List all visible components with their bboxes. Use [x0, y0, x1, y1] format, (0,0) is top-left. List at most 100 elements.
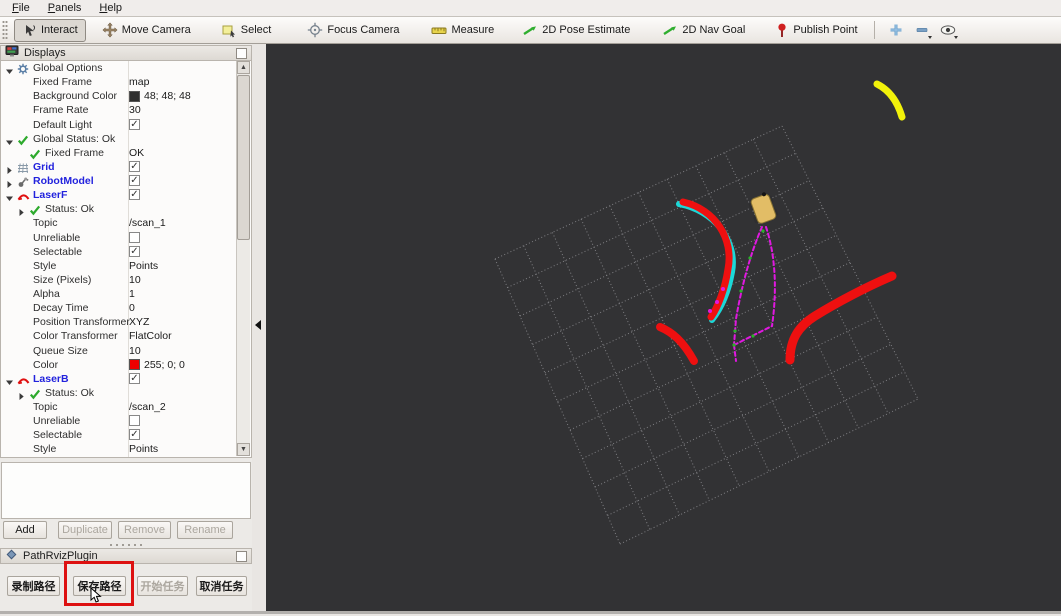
tree-row-unreliable[interactable]: Unreliable — [1, 231, 237, 245]
tree-row-decay-time[interactable]: Decay Time 0 — [1, 301, 237, 315]
property-value[interactable]: FlatColor — [129, 330, 172, 342]
checkbox-unchecked[interactable] — [129, 415, 140, 427]
collapse-panel-arrow-icon[interactable] — [255, 320, 261, 330]
tree-row-topic[interactable]: Topic/scan_1 — [1, 216, 237, 230]
tree-row-status-ok[interactable]: Status: Ok — [1, 202, 237, 217]
property-value[interactable]: ✓ — [129, 429, 140, 441]
property-value[interactable]: ✓ — [129, 245, 140, 257]
button-rename[interactable]: Rename — [177, 521, 233, 539]
tool-label: Select — [240, 24, 272, 36]
plugin-button-item[interactable]: 开始任务 — [137, 576, 188, 596]
tree-row-color[interactable]: Color 255; 0; 0 — [1, 358, 237, 372]
tree-row-selectable[interactable]: Selectable ✓ — [1, 428, 237, 442]
property-value[interactable] — [129, 415, 140, 427]
checkbox-unchecked[interactable] — [129, 231, 140, 243]
checkbox-checked[interactable]: ✓ — [129, 160, 140, 172]
tree-row-position-transformer[interactable]: Position Transformer XYZ — [1, 315, 237, 329]
tool-move-camera[interactable]: Move Camera — [94, 18, 199, 42]
3d-viewport[interactable] — [266, 44, 1061, 611]
toolbar-drag-handle[interactable] — [2, 20, 8, 40]
panel-splitter[interactable] — [252, 44, 266, 614]
property-value[interactable]: map — [129, 76, 149, 88]
property-label: Alpha — [33, 288, 60, 300]
property-value[interactable]: ✓ — [129, 189, 140, 201]
property-value[interactable]: 48; 48; 48 — [129, 90, 191, 102]
tree-row-style[interactable]: Style Points — [1, 442, 237, 456]
tree-row-color-transformer[interactable]: Color Transformer FlatColor — [1, 329, 237, 343]
tool-2d-nav-goal[interactable]: 2D Nav Goal — [654, 19, 753, 41]
property-value[interactable]: ✓ — [129, 175, 140, 186]
button-remove[interactable]: Remove — [118, 521, 171, 539]
button-duplicate[interactable]: Duplicate — [58, 521, 112, 539]
property-value[interactable]: 1 — [129, 288, 135, 300]
property-value[interactable]: XYZ — [129, 316, 149, 328]
panel-splitter-handle[interactable] — [108, 543, 144, 547]
property-value[interactable]: /scan_1 — [129, 217, 166, 229]
move-camera-icon — [102, 22, 118, 38]
property-label: Background Color — [33, 90, 118, 103]
property-value[interactable]: 255; 0; 0 — [129, 359, 185, 371]
tool-remove-tool-minus[interactable] — [911, 20, 933, 40]
button-add[interactable]: Add — [3, 521, 47, 539]
tree-row-status-ok[interactable]: Status: Ok — [1, 386, 237, 400]
checkbox-checked[interactable]: ✓ — [129, 175, 140, 186]
tree-row-laserf[interactable]: LaserF ✓ — [1, 188, 237, 202]
tree-row-default-light[interactable]: Default Light ✓ — [1, 118, 237, 132]
tool-interact[interactable]: Interact — [14, 18, 86, 42]
displays-monitor-icon — [5, 45, 19, 61]
property-value[interactable]: Points — [129, 260, 158, 272]
property-value[interactable]: ✓ — [129, 372, 140, 384]
tool-add-tool-plus[interactable] — [885, 20, 907, 40]
scrollbar-thumb[interactable] — [237, 75, 250, 240]
tool-focus-camera[interactable]: Focus Camera — [299, 18, 407, 42]
tree-row-frame-rate[interactable]: Frame Rate 30 — [1, 103, 237, 117]
tool-measure[interactable]: Measure — [423, 19, 502, 41]
tree-scrollbar[interactable]: ▲ ▼ — [236, 61, 250, 456]
property-value[interactable]: Points — [129, 443, 158, 455]
menu-bar: File Panels Help — [0, 0, 1061, 17]
plugin-button-item[interactable]: 录制路径 — [7, 576, 60, 596]
tree-row-background-color[interactable]: Background Color 48; 48; 48 — [1, 89, 237, 103]
tree-row-grid[interactable]: Grid ✓ — [1, 160, 237, 174]
tree-row-style[interactable]: Style Points — [1, 259, 237, 273]
tool-select[interactable]: Select — [213, 18, 280, 42]
property-value[interactable]: ✓ — [129, 160, 140, 172]
menu-item-file[interactable]: File — [4, 1, 38, 15]
displays-float-button[interactable] — [236, 47, 247, 59]
tree-row-selectable[interactable]: Selectable ✓ — [1, 245, 237, 259]
property-value[interactable]: 0 — [129, 302, 135, 314]
plugin-button-item[interactable]: 取消任务 — [196, 576, 247, 596]
scrollbar-down-icon[interactable]: ▼ — [237, 443, 250, 456]
checkbox-checked[interactable]: ✓ — [129, 118, 140, 130]
tool-publish-point[interactable]: Publish Point — [767, 18, 865, 42]
tree-row-size-pixels[interactable]: Size (Pixels) 10 — [1, 273, 237, 287]
tool-view-eye[interactable] — [937, 20, 959, 40]
tree-row-unreliable[interactable]: Unreliable — [1, 414, 237, 428]
scrollbar-up-icon[interactable]: ▲ — [237, 61, 250, 74]
tree-row-alpha[interactable]: Alpha 1 — [1, 287, 237, 301]
tree-row-fixed-frame[interactable]: Fixed Frame map — [1, 75, 237, 89]
tool-2d-pose-estimate[interactable]: 2D Pose Estimate — [514, 19, 638, 41]
property-value[interactable]: 10 — [129, 345, 141, 357]
tree-row-robotmodel[interactable]: RobotModel ✓ — [1, 174, 237, 188]
property-value[interactable]: OK — [129, 147, 144, 159]
tree-row-fixed-frame[interactable]: Fixed Frame OK — [1, 146, 237, 160]
property-value[interactable]: ✓ — [129, 118, 140, 130]
waypoint-dot — [715, 300, 719, 304]
tree-row-global-options[interactable]: Global Options — [1, 61, 237, 75]
checkbox-checked[interactable]: ✓ — [129, 189, 140, 201]
property-value[interactable] — [129, 231, 140, 243]
tree-row-topic[interactable]: Topic/scan_2 — [1, 400, 237, 414]
checkbox-checked[interactable]: ✓ — [129, 245, 140, 257]
menu-item-help[interactable]: Help — [91, 1, 130, 15]
property-value[interactable]: /scan_2 — [129, 401, 166, 413]
tree-row-queue-size[interactable]: Queue Size 10 — [1, 344, 237, 358]
checkbox-checked[interactable]: ✓ — [129, 429, 140, 441]
menu-item-panels[interactable]: Panels — [40, 1, 90, 15]
tree-row-global-status-ok[interactable]: Global Status: Ok — [1, 132, 237, 146]
checkbox-checked[interactable]: ✓ — [129, 372, 140, 384]
plugin-float-button[interactable] — [236, 550, 247, 562]
tree-row-laserb[interactable]: LaserB ✓ — [1, 372, 237, 386]
property-value[interactable]: 30 — [129, 104, 141, 116]
property-value[interactable]: 10 — [129, 274, 141, 286]
